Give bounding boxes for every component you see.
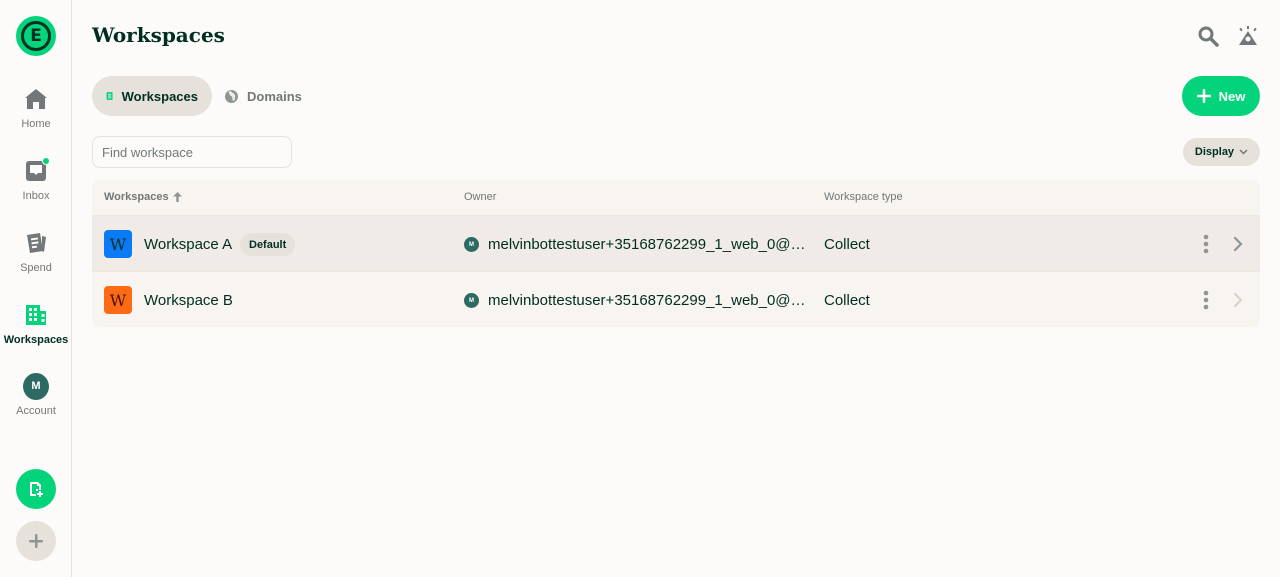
row-menu-button[interactable]	[1196, 232, 1216, 256]
building-icon	[23, 302, 49, 328]
owner-email: melvinbottestuser+35168762299_1_web_0@gm…	[488, 292, 808, 309]
sidebar-item-inbox[interactable]: Inbox	[0, 157, 72, 202]
column-header-workspaces[interactable]: Workspaces	[104, 191, 182, 203]
plus-icon	[1196, 89, 1211, 103]
avatar: M	[23, 372, 49, 400]
sort-ascending-icon	[172, 192, 182, 202]
table-row[interactable]: W Workspace A Default M melvinbottestuse…	[92, 216, 1260, 272]
owner-avatar: M	[464, 293, 479, 308]
search-icon	[1198, 26, 1219, 47]
more-vertical-icon	[1203, 234, 1209, 254]
find-workspace-input[interactable]	[92, 136, 292, 168]
new-expense-button[interactable]	[16, 469, 56, 509]
workspace-name: Workspace A	[144, 236, 233, 253]
receipt-icon	[23, 230, 49, 256]
home-icon	[23, 86, 49, 112]
sidebar-item-label: Inbox	[22, 190, 50, 202]
chevron-right-icon	[1233, 236, 1243, 252]
row-open-button[interactable]	[1228, 290, 1248, 310]
unread-dot	[42, 157, 50, 165]
sidebar-item-home[interactable]: Home	[0, 86, 72, 130]
sidebar: E Home Inbox Spend Workspaces M Account	[0, 0, 72, 577]
display-button[interactable]: Display	[1183, 138, 1260, 166]
column-header-owner: Owner	[464, 191, 497, 203]
new-button-label: New	[1218, 88, 1246, 104]
new-workspace-button[interactable]: New	[1182, 76, 1260, 116]
owner-email: melvinbottestuser+35168762299_1_web_0@gm…	[488, 236, 808, 253]
tools-button[interactable]	[1236, 24, 1260, 48]
default-badge: Default	[240, 233, 296, 256]
add-button[interactable]	[16, 521, 56, 561]
plus-icon	[29, 534, 43, 548]
more-vertical-icon	[1203, 290, 1209, 310]
workspaces-table: Workspaces Owner Workspace type W Worksp…	[92, 180, 1260, 327]
sidebar-item-label: Account	[16, 405, 56, 417]
owner-avatar: M	[464, 237, 479, 252]
workspace-icon	[106, 92, 113, 100]
tab-label: Workspaces	[121, 88, 198, 104]
expensify-logo[interactable]: E	[16, 16, 56, 56]
logo-letter: E	[21, 21, 51, 51]
new-expense-icon	[30, 482, 43, 497]
sidebar-item-label: Spend	[20, 262, 52, 274]
workspace-name: Workspace B	[144, 292, 233, 309]
search-button[interactable]	[1196, 24, 1220, 48]
chevron-down-icon	[1239, 149, 1248, 155]
display-button-label: Display	[1194, 146, 1235, 158]
column-header-workspace-type: Workspace type	[824, 191, 903, 203]
sidebar-item-label: Home	[21, 118, 51, 130]
tools-icon	[1239, 26, 1257, 45]
workspace-type: Collect	[824, 292, 870, 309]
tab-workspaces[interactable]: Workspaces	[92, 76, 212, 116]
table-row[interactable]: W Workspace B M melvinbottestuser+351687…	[92, 272, 1260, 327]
workspace-avatar: W	[104, 286, 132, 314]
tab-label: Domains	[247, 88, 302, 104]
page-title: Workspaces	[92, 23, 225, 47]
avatar-initial: M	[23, 372, 49, 400]
sidebar-item-account[interactable]: M Account	[0, 372, 72, 417]
tab-domains[interactable]: Domains	[210, 76, 316, 116]
sidebar-item-workspaces[interactable]: Workspaces	[0, 302, 72, 346]
table-header: Workspaces Owner Workspace type	[92, 180, 1260, 216]
workspace-type: Collect	[824, 236, 870, 253]
row-open-button[interactable]	[1228, 234, 1248, 254]
inbox-icon	[23, 157, 50, 184]
workspace-avatar: W	[104, 230, 132, 258]
sidebar-item-spend[interactable]: Spend	[0, 230, 72, 274]
globe-icon	[225, 89, 238, 103]
row-menu-button[interactable]	[1196, 288, 1216, 312]
chevron-right-icon	[1233, 292, 1243, 308]
sidebar-item-label: Workspaces	[3, 334, 69, 346]
